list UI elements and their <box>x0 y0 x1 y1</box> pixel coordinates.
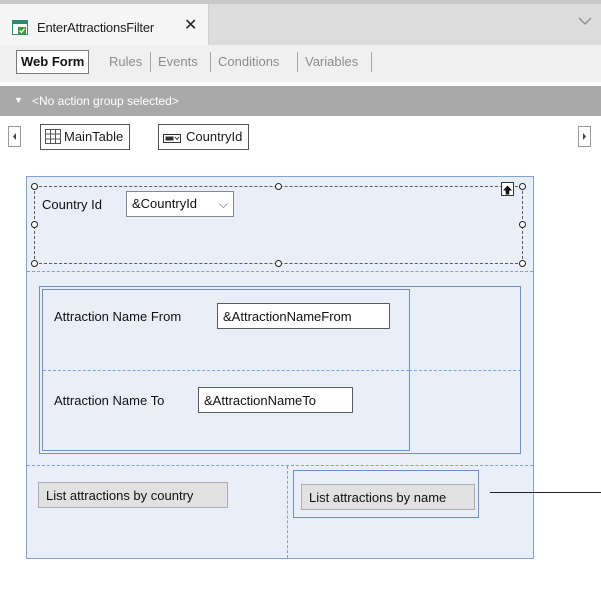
action-group-label: <No action group selected> <box>32 94 179 108</box>
caret-down-icon[interactable]: ▼ <box>14 95 23 105</box>
country-id-label: Country Id <box>42 197 102 212</box>
resize-handle[interactable] <box>31 221 38 228</box>
tab-separator <box>210 52 211 72</box>
tab-separator <box>297 52 298 72</box>
chevron-right-icon <box>583 133 586 140</box>
breadcrumb-item-maintable[interactable]: MainTable <box>40 124 131 150</box>
list-by-country-button[interactable]: List attractions by country <box>38 482 228 508</box>
row-separator <box>27 271 533 272</box>
scroll-left-button[interactable] <box>8 126 21 147</box>
attraction-name-to-field[interactable]: &AttractionNameTo <box>198 387 353 413</box>
breadcrumb: MainTable CountryId <box>0 116 601 168</box>
table-icon <box>45 129 61 144</box>
document-tab-title: EnterAttractionsFilter <box>37 20 154 35</box>
breadcrumb-item-countryid[interactable]: CountryId <box>158 124 250 150</box>
row-separator <box>27 465 533 466</box>
selected-cell[interactable] <box>34 186 523 264</box>
tab-separator <box>150 52 151 72</box>
resize-handle[interactable] <box>519 183 526 190</box>
tab-separator <box>371 52 372 72</box>
column-separator <box>287 466 288 558</box>
pointer-line <box>490 492 601 493</box>
tab-variables[interactable]: Variables <box>305 50 358 74</box>
resize-handle[interactable] <box>275 260 282 267</box>
resize-handle[interactable] <box>31 183 38 190</box>
tab-events[interactable]: Events <box>158 50 198 74</box>
resize-handle[interactable] <box>31 260 38 267</box>
scroll-right-button[interactable] <box>578 126 591 147</box>
breadcrumb-item-label: CountryId <box>186 129 243 144</box>
resize-handle[interactable] <box>519 221 526 228</box>
select-parent-button[interactable] <box>501 182 514 196</box>
country-id-combo-value: &CountryId <box>132 196 198 211</box>
attraction-name-to-label: Attraction Name To <box>54 393 165 408</box>
attraction-name-from-label: Attraction Name From <box>54 309 182 324</box>
list-by-name-button[interactable]: List attractions by name <box>301 484 475 510</box>
attraction-name-from-field[interactable]: &AttractionNameFrom <box>217 303 390 329</box>
tab-rules[interactable]: Rules <box>109 50 142 74</box>
chevron-down-icon[interactable] <box>578 16 592 26</box>
tab-conditions[interactable]: Conditions <box>218 50 279 74</box>
resize-handle[interactable] <box>275 183 282 190</box>
chevron-down-icon: ⌵ <box>218 197 228 211</box>
row-separator <box>43 370 409 371</box>
document-tab-strip: EnterAttractionsFilter ✕ <box>0 0 601 45</box>
close-icon[interactable]: ✕ <box>184 17 197 35</box>
country-id-combo[interactable]: &CountryId ⌵ <box>126 191 234 217</box>
row-separator <box>409 370 521 371</box>
arrow-up-icon <box>503 185 512 195</box>
action-group-bar[interactable]: ▼ <No action group selected> <box>0 86 601 116</box>
chevron-left-icon <box>13 133 16 140</box>
breadcrumb-item-label: MainTable <box>64 129 124 144</box>
webpanel-icon <box>12 20 28 35</box>
document-tab[interactable]: EnterAttractionsFilter ✕ <box>0 4 209 45</box>
tab-web-form[interactable]: Web Form <box>16 50 90 74</box>
designer-tab-bar: Web Form Rules Events Conditions Variabl… <box>0 45 601 82</box>
resize-handle[interactable] <box>519 260 526 267</box>
combo-icon <box>163 134 181 143</box>
